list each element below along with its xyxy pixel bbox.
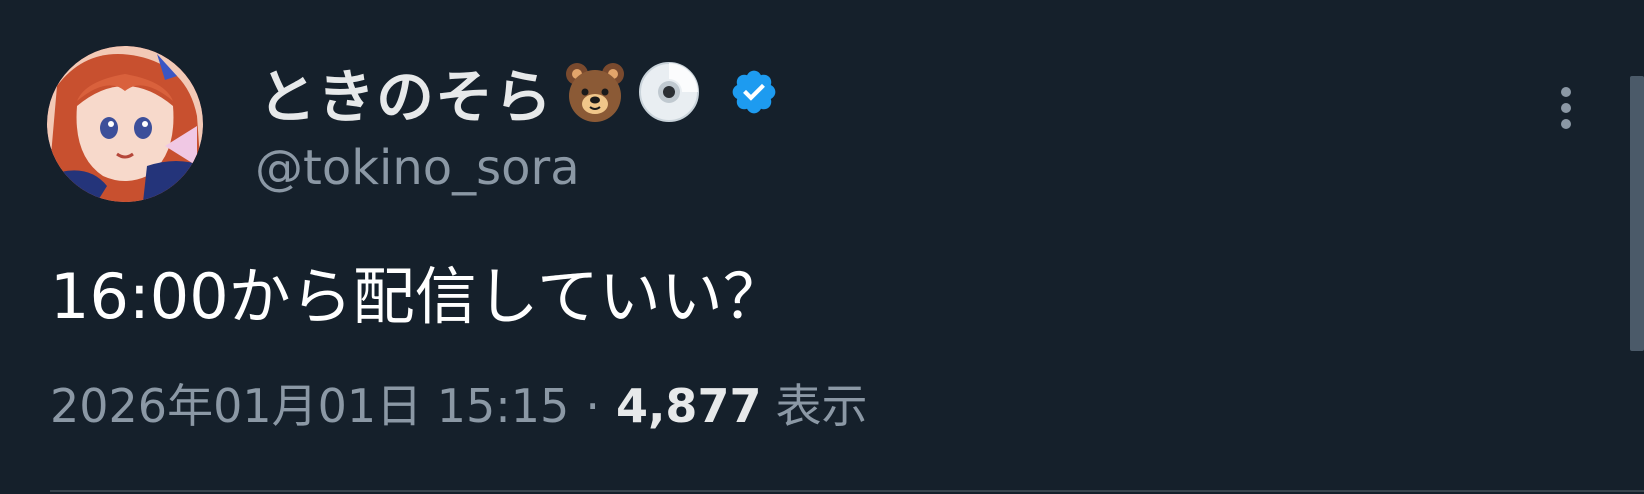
avatar-image — [47, 46, 203, 202]
views-count[interactable]: 4,877 — [616, 379, 762, 433]
display-name: ときのそら — [258, 63, 554, 131]
tweet-card: ときのそら @tokino_sora 16:00から配信していい？ 2026年0… — [0, 0, 1644, 494]
optical-disc-emoji-icon — [637, 60, 701, 124]
views-label: 表示 — [775, 379, 868, 433]
tweet-meta: 2026年01月01日 15:15 · 4,877 表示 — [50, 370, 867, 436]
bear-face-emoji-icon — [563, 60, 627, 124]
avatar[interactable] — [47, 46, 203, 202]
timestamp[interactable]: 2026年01月01日 15:15 — [50, 370, 569, 436]
meta-separator: · — [585, 379, 600, 433]
verified-badge-icon[interactable] — [729, 67, 779, 117]
more-vertical-icon — [1561, 87, 1571, 129]
scrollbar-thumb[interactable] — [1630, 76, 1644, 351]
divider — [50, 490, 1644, 492]
display-name-row[interactable]: ときのそら — [258, 52, 779, 132]
user-handle[interactable]: @tokino_sora — [255, 140, 580, 196]
more-options-button[interactable] — [1546, 82, 1586, 142]
tweet-text: 16:00から配信していい？ — [50, 260, 785, 333]
